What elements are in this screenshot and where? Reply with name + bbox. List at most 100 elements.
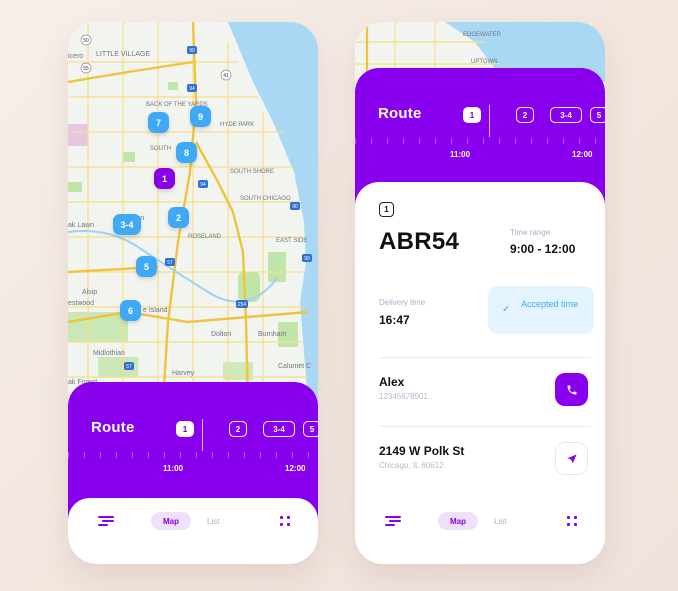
- delivery-time-label: Delivery time: [379, 298, 426, 307]
- svg-text:94: 94: [189, 86, 195, 92]
- map-pin[interactable]: 2: [168, 207, 189, 228]
- address-street: 2149 W Polk St: [379, 444, 465, 458]
- divider: [379, 357, 591, 358]
- map-view[interactable]: icero LITTLE VILLAGE BACK OF THE YARDS H…: [68, 22, 318, 402]
- route-title: Route: [91, 419, 135, 436]
- navigate-button[interactable]: [555, 442, 588, 475]
- highway-shield-icon: 57: [124, 362, 134, 370]
- highway-shield-icon: 94: [187, 84, 197, 92]
- check-icon: ✓: [502, 304, 511, 315]
- svg-text:90: 90: [292, 204, 298, 210]
- route-step[interactable]: 1: [463, 107, 481, 123]
- address-city: Chicago, IL 60612: [379, 461, 444, 470]
- map-label: UPTOWN: [471, 59, 498, 65]
- map-label: ROSELAND: [188, 234, 222, 240]
- route-step[interactable]: 3-4: [550, 107, 582, 123]
- highway-shield-icon: 50: [80, 34, 92, 46]
- map-pin[interactable]: 6: [120, 300, 141, 321]
- map-label: SOUTH: [150, 146, 171, 152]
- svg-text:294: 294: [238, 302, 247, 308]
- route-step[interactable]: 3-4: [263, 421, 295, 437]
- svg-text:57: 57: [167, 260, 173, 266]
- svg-text:57: 57: [126, 364, 132, 370]
- route-title: Route: [378, 105, 422, 122]
- route-step[interactable]: 1: [176, 421, 194, 437]
- timeline-end-label: 12:00: [285, 464, 306, 473]
- svg-text:41: 41: [223, 73, 229, 79]
- timeline-end-label: 12:00: [572, 150, 593, 159]
- route-step[interactable]: 5: [303, 421, 318, 437]
- highway-shield-icon: 90: [290, 202, 300, 210]
- step-divider: [202, 419, 203, 451]
- bottom-nav: Map List: [355, 498, 605, 564]
- menu-icon[interactable]: [385, 516, 401, 526]
- timeline-start-label: 11:00: [163, 464, 184, 473]
- highway-shield-icon: 55: [80, 62, 92, 74]
- nav-list-tab[interactable]: List: [207, 517, 219, 526]
- highway-shield-icon: 41: [220, 69, 232, 81]
- highway-shield-icon: 94: [198, 180, 208, 188]
- accepted-status-text: Accepted time: [521, 299, 579, 309]
- map-pin[interactable]: 9: [190, 106, 211, 127]
- map-label: EAST SIDE: [276, 238, 307, 244]
- grid-icon[interactable]: [567, 516, 578, 527]
- map-label: ak Lawn: [68, 222, 94, 229]
- time-range-value: 9:00 - 12:00: [510, 242, 576, 256]
- bottom-nav: Map List: [68, 498, 318, 564]
- svg-text:94: 94: [200, 182, 206, 188]
- highway-shield-icon: 294: [236, 300, 248, 308]
- nav-map-tab[interactable]: Map: [438, 512, 478, 530]
- map-screen: icero LITTLE VILLAGE BACK OF THE YARDS H…: [68, 22, 318, 564]
- navigation-arrow-icon: [567, 454, 576, 463]
- delivery-time-value: 16:47: [379, 313, 410, 327]
- svg-text:90: 90: [189, 48, 195, 54]
- timeline-ticks[interactable]: [68, 452, 318, 458]
- map-label: Harvey: [172, 370, 195, 377]
- route-step[interactable]: 2: [229, 421, 247, 437]
- timeline-ticks[interactable]: [355, 138, 605, 144]
- grid-icon[interactable]: [280, 516, 291, 527]
- map-canvas: icero LITTLE VILLAGE BACK OF THE YARDS H…: [68, 22, 318, 402]
- map-label: EDGEWATER: [463, 32, 502, 38]
- map-pin[interactable]: 8: [176, 142, 197, 163]
- map-label: HYDE PARK: [220, 122, 254, 128]
- nav-map-tab[interactable]: Map: [151, 512, 191, 530]
- map-label: Alsip: [82, 289, 97, 296]
- map-label: e Island: [143, 307, 168, 314]
- highway-shield-icon: 90: [302, 254, 312, 262]
- order-number-badge: 1: [379, 202, 394, 217]
- map-label: Midlothian: [93, 350, 125, 357]
- map-label: Dolton: [211, 331, 231, 338]
- map-label: LITTLE VILLAGE: [96, 51, 150, 58]
- svg-text:90: 90: [304, 256, 310, 262]
- route-step[interactable]: 2: [516, 107, 534, 123]
- timeline-start-label: 11:00: [450, 150, 471, 159]
- map-label: SOUTH SHORE: [230, 169, 274, 175]
- contact-name: Alex: [379, 375, 405, 389]
- map-label: icero: [68, 53, 83, 60]
- time-range-label: Time range: [510, 228, 551, 237]
- step-divider: [489, 105, 490, 137]
- phone-icon: [567, 385, 576, 394]
- highway-shield-icon: 57: [165, 258, 175, 266]
- nav-list-tab[interactable]: List: [494, 517, 506, 526]
- route-step[interactable]: 5: [590, 107, 605, 123]
- call-button[interactable]: [555, 373, 588, 406]
- map-label: SOUTH CHICAGO: [240, 196, 291, 202]
- map-pin[interactable]: 5: [136, 256, 157, 277]
- highway-shield-icon: 90: [187, 46, 197, 54]
- map-label: Calumet C: [278, 363, 311, 370]
- detail-screen: EDGEWATER UPTOWN Route 1 2 3-4 5 11:00 1…: [355, 22, 605, 564]
- svg-text:55: 55: [83, 66, 89, 72]
- map-pin[interactable]: 3-4: [113, 214, 141, 235]
- menu-icon[interactable]: [98, 516, 114, 526]
- divider: [379, 426, 591, 427]
- map-label: Burnham: [258, 331, 287, 338]
- accepted-status-badge: ✓ Accepted time: [488, 286, 594, 334]
- contact-phone: 12345678901: [379, 392, 428, 401]
- order-code: ABR54: [379, 228, 460, 255]
- map-pin[interactable]: 7: [148, 112, 169, 133]
- map-pin-active[interactable]: 1: [154, 168, 175, 189]
- svg-text:50: 50: [83, 38, 89, 44]
- map-label: estwood: [68, 300, 94, 307]
